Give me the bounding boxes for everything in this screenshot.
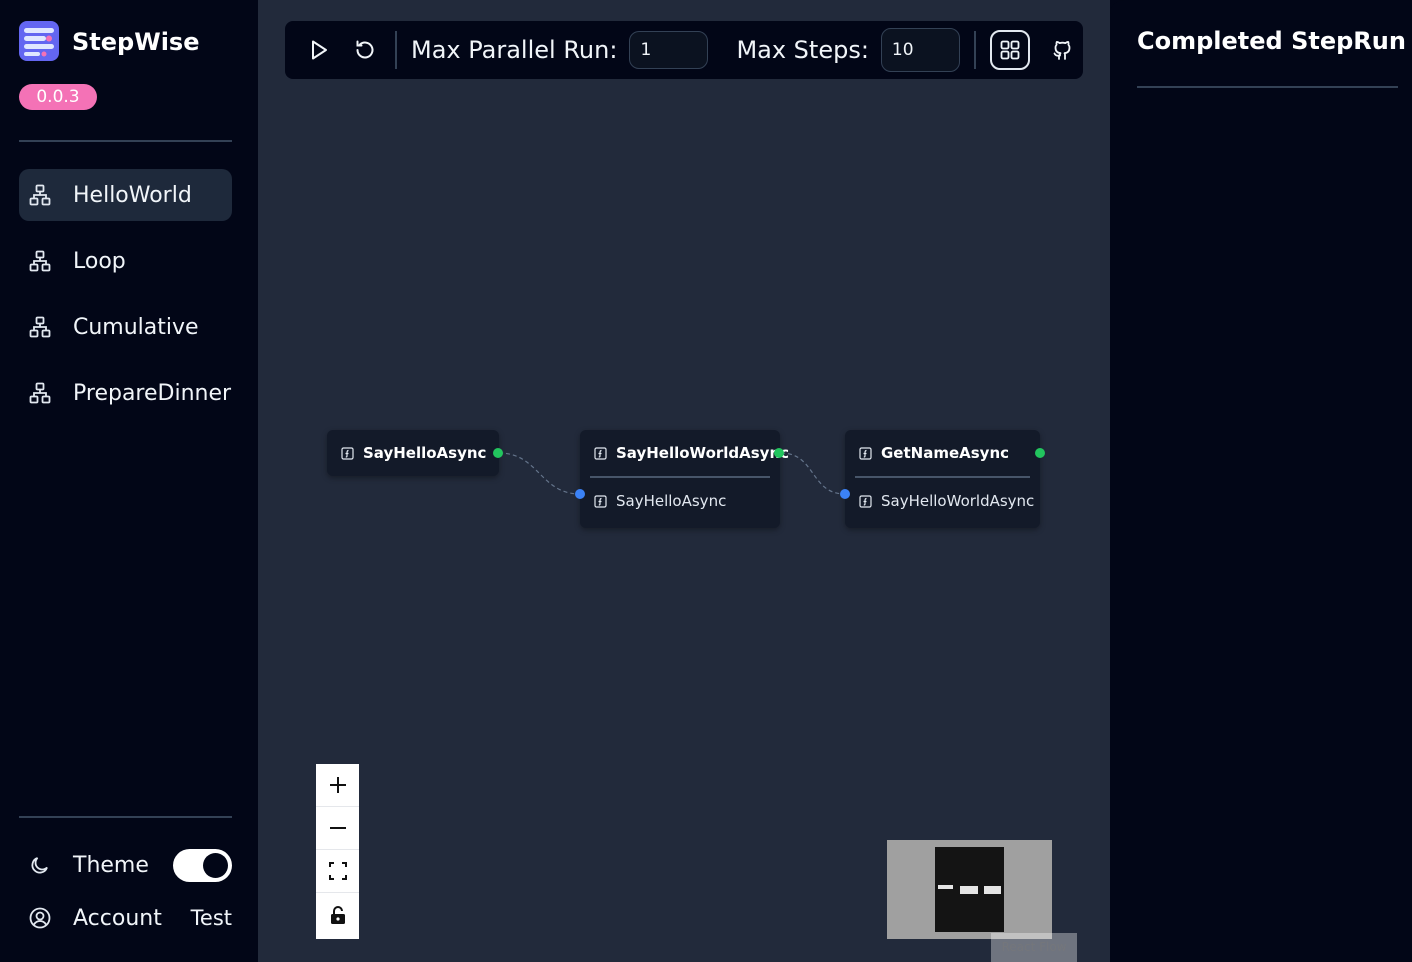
output-handle[interactable] [1035, 448, 1045, 458]
lock-icon [329, 905, 347, 925]
sidebar-item-label: PrepareDinner [73, 380, 232, 406]
node-dependency: SayHelloWorldAsync [845, 478, 1040, 524]
dependency-label: SayHelloWorldAsync [881, 492, 1035, 510]
workflow-icon [29, 316, 51, 338]
sidebar-item-label: Loop [73, 248, 126, 274]
account-row[interactable]: Account Test [19, 898, 232, 938]
workflow-icon [29, 184, 51, 206]
sidebar-item-loop[interactable]: Loop [19, 235, 232, 287]
steprun-panel: Completed StepRun [1110, 0, 1412, 962]
theme-toggle[interactable] [173, 849, 232, 882]
function-icon [341, 446, 354, 460]
theme-label: Theme [73, 852, 149, 878]
node-title: SayHelloWorldAsync [616, 444, 790, 462]
sidebar-bottom-divider [19, 816, 232, 818]
sidebar-item-preparedinner[interactable]: PrepareDinner [19, 367, 232, 419]
step-node-sayhelloworldasync[interactable]: SayHelloWorldAsync SayHelloAsync [575, 430, 789, 528]
minimap[interactable] [887, 840, 1052, 939]
function-icon [859, 494, 872, 508]
theme-row: Theme [19, 845, 232, 885]
stepwise-logo-icon [19, 21, 59, 61]
step-node-sayhelloasync[interactable]: SayHelloAsync [327, 430, 503, 476]
zoom-in-icon [328, 775, 348, 795]
app-title: StepWise [72, 28, 200, 56]
sidebar-divider [19, 140, 232, 142]
node-header: SayHelloWorldAsync [580, 430, 789, 476]
workflow-icon [29, 250, 51, 272]
fit-view-icon [328, 861, 348, 881]
minimap-node [960, 886, 978, 894]
version-badge: 0.0.3 [19, 84, 97, 110]
toggle-knob [203, 853, 228, 878]
input-handle[interactable] [575, 489, 585, 499]
input-handle[interactable] [840, 489, 850, 499]
function-icon [859, 446, 872, 460]
zoom-in-button[interactable] [316, 764, 359, 807]
function-icon [594, 494, 607, 508]
edge-sayhello-to-sayhelloworld [498, 452, 581, 495]
workflow-canvas[interactable]: Max Parallel Run: Max Steps: SayHelloAsy… [258, 0, 1110, 962]
output-handle[interactable] [493, 448, 503, 458]
output-handle[interactable] [774, 448, 784, 458]
panel-title: Completed StepRun [1137, 27, 1406, 55]
panel-divider [1137, 86, 1398, 88]
lock-button[interactable] [316, 893, 359, 936]
sidebar-item-label: HelloWorld [73, 182, 192, 208]
node-title: GetNameAsync [881, 444, 1010, 462]
sidebar-item-helloworld[interactable]: HelloWorld [19, 169, 232, 221]
account-user: Test [190, 906, 232, 930]
dependency-label: SayHelloAsync [616, 492, 727, 510]
canvas-controls [316, 764, 359, 939]
edge-sayhelloworld-to-getname [780, 452, 846, 495]
zoom-out-button[interactable] [316, 807, 359, 850]
sidebar: StepWise 0.0.3 HelloWorld Loop Cumulativ… [0, 0, 258, 962]
zoom-out-icon [328, 818, 348, 838]
user-circle-icon [29, 907, 51, 929]
sidebar-item-label: Cumulative [73, 314, 199, 340]
fit-view-button[interactable] [316, 850, 359, 893]
minimap-node [984, 886, 1001, 894]
node-dependency: SayHelloAsync [580, 478, 780, 524]
function-icon [594, 446, 607, 460]
step-node-getnameasync[interactable]: GetNameAsync SayHelloWorldAsync [840, 430, 1045, 528]
node-title: SayHelloAsync [363, 444, 487, 462]
account-label: Account [73, 905, 162, 931]
node-header: GetNameAsync [845, 430, 1040, 476]
attribution-link[interactable]: React Flow [991, 933, 1077, 962]
workflow-icon [29, 382, 51, 404]
moon-icon [29, 854, 51, 876]
minimap-node [938, 885, 953, 889]
node-header: SayHelloAsync [327, 430, 499, 476]
sidebar-item-cumulative[interactable]: Cumulative [19, 301, 232, 353]
